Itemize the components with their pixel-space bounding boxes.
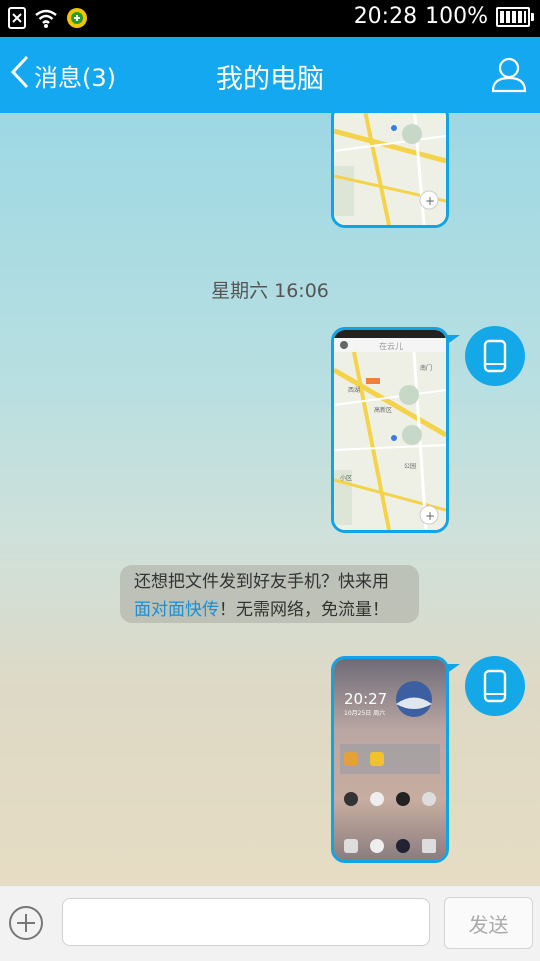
send-button[interactable]: 发送 — [444, 897, 533, 949]
sender-avatar[interactable] — [465, 326, 525, 386]
phone-icon — [483, 669, 507, 707]
input-bar: 发送 — [0, 885, 540, 961]
phone-date: 10月25日 周六 — [344, 709, 385, 717]
app-notification-icon — [66, 7, 88, 33]
person-icon[interactable] — [490, 55, 528, 93]
image-message-map[interactable]: 在云儿 高新区 南门 小区 西湖 公园 + — [331, 327, 449, 533]
plus-icon[interactable] — [8, 905, 44, 941]
svg-text:+: + — [425, 509, 435, 523]
phone-screenshot-thumbnail: 20:27 10月25日 周六 — [334, 659, 446, 860]
map-thumbnail: + — [334, 113, 446, 225]
sender-avatar[interactable] — [465, 656, 525, 716]
battery-percent: 100% — [425, 4, 488, 29]
tip-notice: 还想把文件发到好友手机？快来用 面对面快传！无需网络，免流量！ — [120, 565, 419, 623]
notice-line2-text: ！无需网络，免流量！ — [219, 600, 389, 620]
sim-icon — [8, 7, 26, 33]
map-title: 在云儿 — [379, 341, 403, 351]
map-label: 公园 — [404, 463, 416, 470]
notice-line1: 还想把文件发到好友手机？快来用 — [134, 572, 389, 592]
title-bar: 消息(3) 我的电脑 — [0, 37, 540, 113]
phone-icon — [483, 339, 507, 377]
chat-area[interactable]: + 星期六 16:06 在云儿 高新区 南门 小区 西湖 公园 + 还想把文件发… — [0, 113, 540, 885]
message-input[interactable] — [62, 898, 430, 946]
status-time: 20:28 — [353, 4, 418, 29]
phone-clock: 20:27 — [344, 690, 387, 708]
bubble-tail — [446, 664, 460, 674]
bubble-tail — [446, 335, 460, 345]
face-to-face-transfer-link[interactable]: 面对面快传 — [134, 600, 219, 620]
map-label: 西湖 — [348, 386, 360, 394]
svg-text:+: + — [425, 194, 435, 208]
map-thumbnail: 在云儿 高新区 南门 小区 西湖 公园 + — [334, 330, 446, 530]
notice-line2: 面对面快传！无需网络，免流量！ — [134, 596, 407, 624]
image-message-screenshot[interactable]: 20:27 10月25日 周六 — [331, 656, 449, 863]
battery-icon — [496, 6, 534, 27]
image-message-map-top[interactable]: + — [331, 113, 449, 228]
wifi-icon — [34, 8, 58, 32]
status-bar: 20:28 100% — [0, 0, 540, 37]
map-label: 小区 — [340, 474, 352, 482]
timestamp: 星期六 16:06 — [211, 280, 329, 302]
page-title: 我的电脑 — [216, 64, 324, 95]
map-label: 高新区 — [374, 406, 392, 414]
map-label: 南门 — [420, 364, 432, 372]
